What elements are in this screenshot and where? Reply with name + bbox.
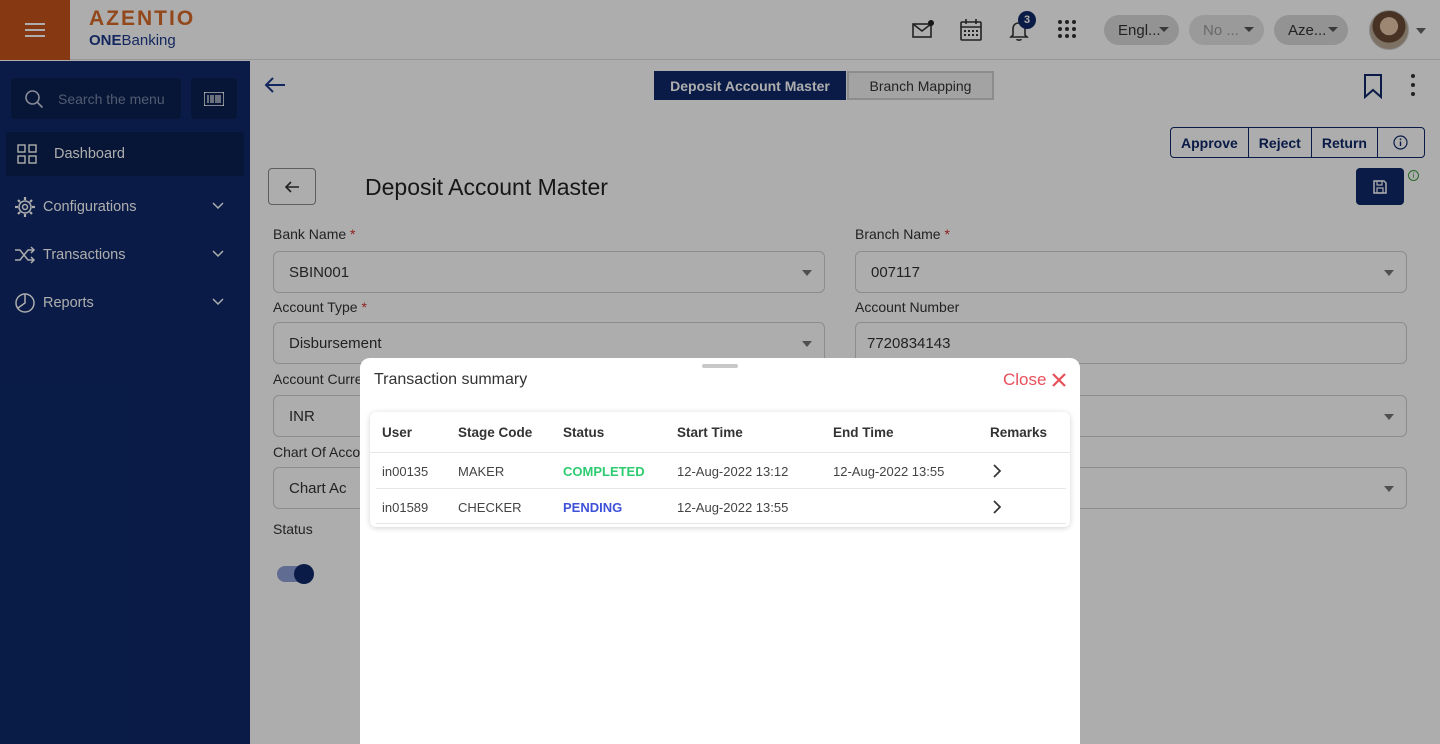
- close-icon: [1052, 373, 1067, 387]
- remarks-expand-button[interactable]: [992, 489, 1002, 525]
- cell-end-time: 12-Aug-2022 13:55: [833, 463, 945, 479]
- transaction-table: User Stage Code Status Start Time End Ti…: [370, 412, 1070, 527]
- drag-handle[interactable]: [702, 364, 738, 368]
- cell-start-time: 12-Aug-2022 13:55: [677, 499, 789, 515]
- cell-start-time: 12-Aug-2022 13:12: [677, 463, 789, 479]
- status-badge: PENDING: [563, 499, 623, 515]
- table-row: in00135 MAKER COMPLETED 12-Aug-2022 13:1…: [370, 452, 1070, 488]
- status-badge: COMPLETED: [563, 463, 645, 479]
- cell-user: in01589: [382, 499, 429, 515]
- table-row: in01589 CHECKER PENDING 12-Aug-2022 13:5…: [376, 488, 1066, 524]
- table-header-row: User Stage Code Status Start Time End Ti…: [370, 414, 1070, 450]
- column-header-remarks: Remarks: [990, 424, 1048, 440]
- cell-stage-code: MAKER: [458, 463, 505, 479]
- chevron-right-icon: [993, 464, 1002, 478]
- column-header-start-time: Start Time: [677, 424, 743, 440]
- chevron-right-icon: [993, 500, 1002, 514]
- cell-user: in00135: [382, 463, 429, 479]
- column-header-user: User: [382, 424, 413, 440]
- close-label: Close: [1003, 370, 1047, 389]
- column-header-stage-code: Stage Code: [458, 424, 533, 440]
- cell-stage-code: CHECKER: [458, 499, 522, 515]
- remarks-expand-button[interactable]: [992, 453, 1002, 489]
- close-button[interactable]: Close: [1003, 370, 1067, 390]
- transaction-summary-modal: Transaction summary Close User Stage Cod…: [360, 358, 1080, 744]
- column-header-status: Status: [563, 424, 605, 440]
- column-header-end-time: End Time: [833, 424, 894, 440]
- modal-title: Transaction summary: [374, 371, 528, 388]
